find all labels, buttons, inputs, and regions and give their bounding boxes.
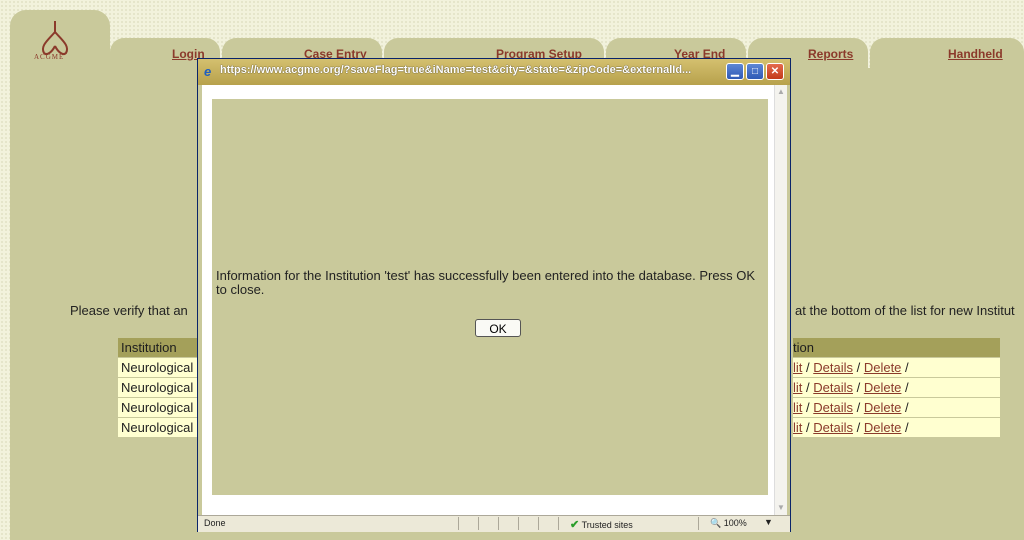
maximize-button[interactable]: □ [746,63,764,80]
checkmark-icon: ✔ [570,519,580,531]
table-row: Neurological [118,358,200,377]
status-divider [518,517,519,530]
delete-link[interactable]: Delete [864,360,902,375]
status-divider [558,517,559,530]
scroll-up-icon[interactable]: ▲ [775,85,787,99]
edit-link[interactable]: lit [793,360,802,375]
zoom-icon: 🔍 [710,518,722,528]
delete-link[interactable]: Delete [864,420,902,435]
details-link[interactable]: Details [813,360,853,375]
scroll-down-icon[interactable]: ▼ [775,501,787,515]
popup-titlebar[interactable]: e https://www.acgme.org/?saveFlag=true&i… [198,59,790,85]
status-bar: Done ✔ Trusted sites 🔍 100% ▼ [198,515,790,532]
delete-link[interactable]: Delete [864,400,902,415]
status-text: Done [204,518,226,528]
nav-reports-link[interactable]: Reports [808,47,853,61]
delete-link[interactable]: Delete [864,380,902,395]
verify-instructions-right: at the bottom of the list for new Instit… [795,303,1015,318]
close-button[interactable]: ✕ [766,63,784,80]
status-divider [458,517,459,530]
popup-body: Information for the Institution 'test' h… [202,85,787,515]
institution-table-right: tion lit / Details / Delete / lit / Deta… [793,338,1000,438]
table-row-actions: lit / Details / Delete / [793,418,1000,437]
ok-button[interactable]: OK [475,319,521,337]
details-link[interactable]: Details [813,380,853,395]
table-row: Neurological [118,398,200,417]
confirmation-message: Information for the Institution 'test' h… [216,268,755,297]
table-header-institution: Institution [118,338,200,357]
close-icon: ✕ [770,66,780,77]
table-row-actions: lit / Details / Delete / [793,378,1000,397]
logo-text: ACGME [34,53,65,61]
table-header-action: tion [793,338,1000,357]
status-divider [498,517,499,530]
zoom-control[interactable]: 🔍 100% [710,518,747,529]
status-divider [698,517,699,530]
table-row: Neurological [118,378,200,397]
acgme-logo-icon [42,21,68,56]
status-divider [538,517,539,530]
popup-window: e https://www.acgme.org/?saveFlag=true&i… [197,58,791,532]
zoom-level: 100% [723,518,747,528]
verify-instructions-left: Please verify that an [70,303,188,318]
details-link[interactable]: Details [813,400,853,415]
table-row-actions: lit / Details / Delete / [793,358,1000,377]
popup-title: https://www.acgme.org/?saveFlag=true&iNa… [220,64,692,76]
vertical-scrollbar[interactable]: ▲ ▼ [774,85,787,515]
trusted-sites-zone: ✔ Trusted sites [570,518,633,531]
maximize-icon: □ [751,66,759,77]
edit-link[interactable]: lit [793,400,802,415]
ie-icon: e [204,64,212,79]
trusted-sites-label: Trusted sites [581,520,633,530]
chevron-down-icon[interactable]: ▼ [764,517,773,527]
institution-table-left: Institution Neurological Neurological Ne… [118,338,200,438]
details-link[interactable]: Details [813,420,853,435]
table-row: Neurological [118,418,200,437]
table-row-actions: lit / Details / Delete / [793,398,1000,417]
status-divider [478,517,479,530]
edit-link[interactable]: lit [793,380,802,395]
minimize-button[interactable]: ▁ [726,63,744,80]
edit-link[interactable]: lit [793,420,802,435]
popup-content: Information for the Institution 'test' h… [212,99,768,495]
minimize-icon: ▁ [731,66,739,77]
nav-handheld-link[interactable]: Handheld [948,47,1003,61]
